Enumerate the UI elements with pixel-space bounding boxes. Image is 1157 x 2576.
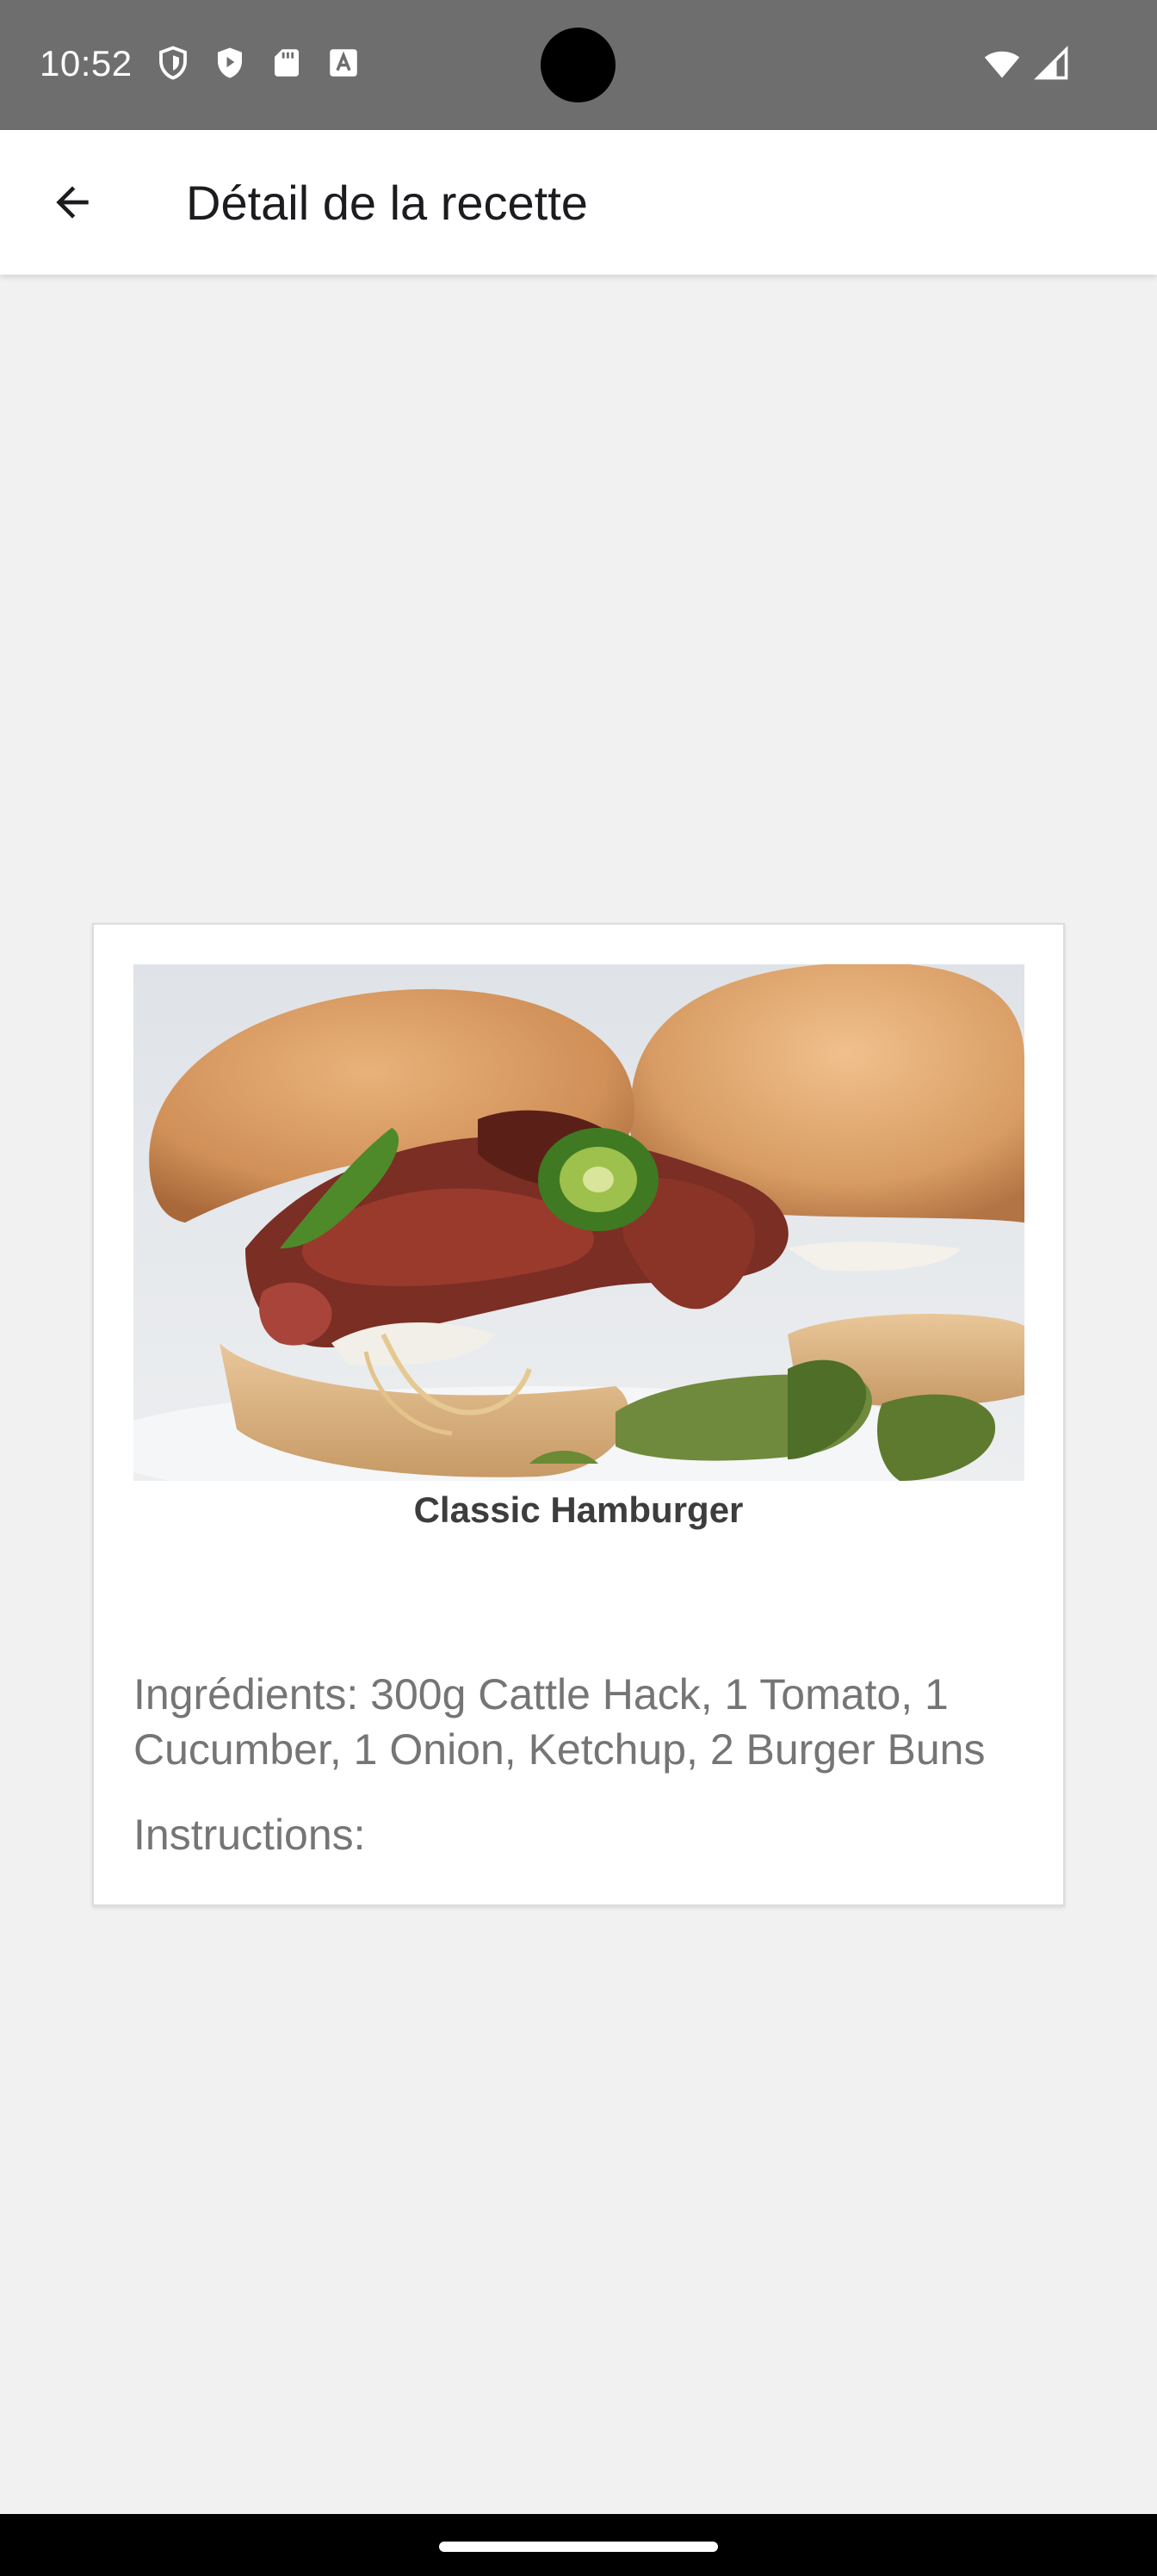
recipe-card: Classic Hamburger Ingrédients: 300g Catt… [92,923,1065,1906]
home-indicator[interactable] [439,2542,718,2552]
back-button[interactable] [33,163,112,242]
recipe-ingredients: Ingrédients: 300g Cattle Hack, 1 Tomato,… [133,1670,986,1774]
shield-icon [155,45,191,81]
recipe-title: Classic Hamburger [413,1489,744,1530]
signal-icon [1033,45,1071,83]
status-icons-right [983,45,1071,83]
font-icon [325,45,362,81]
page-title: Détail de la recette [186,176,588,230]
app-bar: Détail de la recette [0,130,1157,275]
arrow-back-icon [56,186,89,219]
wifi-icon [983,45,1021,83]
sd-card-icon [269,45,305,81]
status-time: 10:52 [40,43,133,84]
status-bar: 10:52 [0,0,1157,130]
camera-cutout [541,28,616,102]
status-icons-left [155,45,362,81]
recipe-image [133,964,1024,1481]
recipe-instructions: Instructions: [133,1811,366,1859]
play-protect-icon [212,45,248,81]
